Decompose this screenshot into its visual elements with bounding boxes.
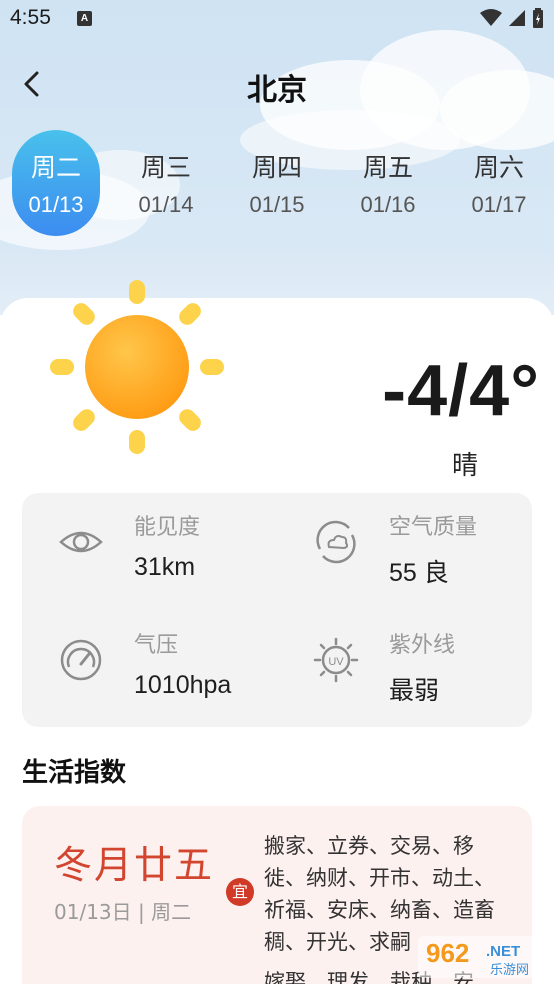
svg-text:UV: UV xyxy=(328,656,344,668)
uv-icon: UV xyxy=(313,637,359,683)
day-date: 01/17 xyxy=(471,192,527,217)
pressure-gauge-icon xyxy=(60,639,102,681)
eye-icon xyxy=(59,531,103,553)
stat-value: 最弱 xyxy=(389,677,440,705)
day-tab[interactable]: 周二 01/13 xyxy=(12,130,100,236)
stat-uv: UV 紫外线 最弱 xyxy=(277,611,527,711)
day-tab[interactable]: 周四 01/15 xyxy=(233,130,321,236)
stat-label: 空气质量 xyxy=(389,515,478,540)
stat-value: 55 良 xyxy=(389,559,449,587)
day-selector: 周二 01/13 周三 01/14 周四 01/15 周五 01/16 周六 0… xyxy=(12,130,552,238)
day-tab[interactable]: 周六 01/17 xyxy=(455,130,543,236)
signal-icon xyxy=(509,10,525,26)
stat-value: 31km xyxy=(134,553,196,581)
status-bar: 4:55 A xyxy=(0,0,554,38)
battery-icon xyxy=(533,8,543,28)
yi-badge: 宜 xyxy=(226,878,254,906)
day-date: 01/13 xyxy=(28,192,84,217)
day-weekday: 周五 xyxy=(362,153,413,182)
status-time: 4:55 xyxy=(10,6,51,29)
almanac-date: 01/13日 | 周二 xyxy=(54,900,192,924)
day-weekday: 周二 xyxy=(30,153,81,182)
air-quality-icon xyxy=(316,520,356,564)
wifi-icon xyxy=(480,9,502,26)
day-date: 01/15 xyxy=(249,192,305,217)
day-tab[interactable]: 周三 01/14 xyxy=(122,130,210,236)
watermark-suffix: .NET xyxy=(486,943,520,960)
lunar-date: 冬月廿五 xyxy=(54,843,215,887)
stat-label: 气压 xyxy=(134,633,179,658)
stat-label: 能见度 xyxy=(134,515,201,540)
day-date: 01/14 xyxy=(138,192,194,217)
day-tab[interactable]: 周五 01/16 xyxy=(344,130,432,236)
day-weekday: 周三 xyxy=(140,153,191,182)
stat-label: 紫外线 xyxy=(389,633,456,658)
header: 北京 xyxy=(0,55,554,115)
weather-condition: 晴 xyxy=(452,451,479,481)
day-weekday: 周六 xyxy=(473,153,524,182)
stat-air-quality: 空气质量 55 良 xyxy=(277,493,527,593)
watermark-site: 乐游网 xyxy=(490,963,529,978)
watermark-logo: 962 .NET 乐游网 xyxy=(418,936,550,978)
stat-value: 1010hpa xyxy=(134,671,232,699)
temperature-range: -4/4° xyxy=(382,351,540,431)
stat-visibility: 能见度 31km xyxy=(22,493,272,593)
sun-icon xyxy=(50,280,224,454)
watermark-number: 962 xyxy=(426,938,469,968)
day-date: 01/16 xyxy=(360,192,416,217)
page-title: 北京 xyxy=(247,73,307,108)
weather-stats-panel: 能见度 31km 空气质量 55 良 气压 1010hpa UV 紫外线 最弱 xyxy=(22,493,532,727)
day-weekday: 周四 xyxy=(251,153,302,182)
notification-icon: A xyxy=(77,11,92,26)
life-index-title: 生活指数 xyxy=(22,758,127,788)
stat-pressure: 气压 1010hpa xyxy=(22,611,272,711)
